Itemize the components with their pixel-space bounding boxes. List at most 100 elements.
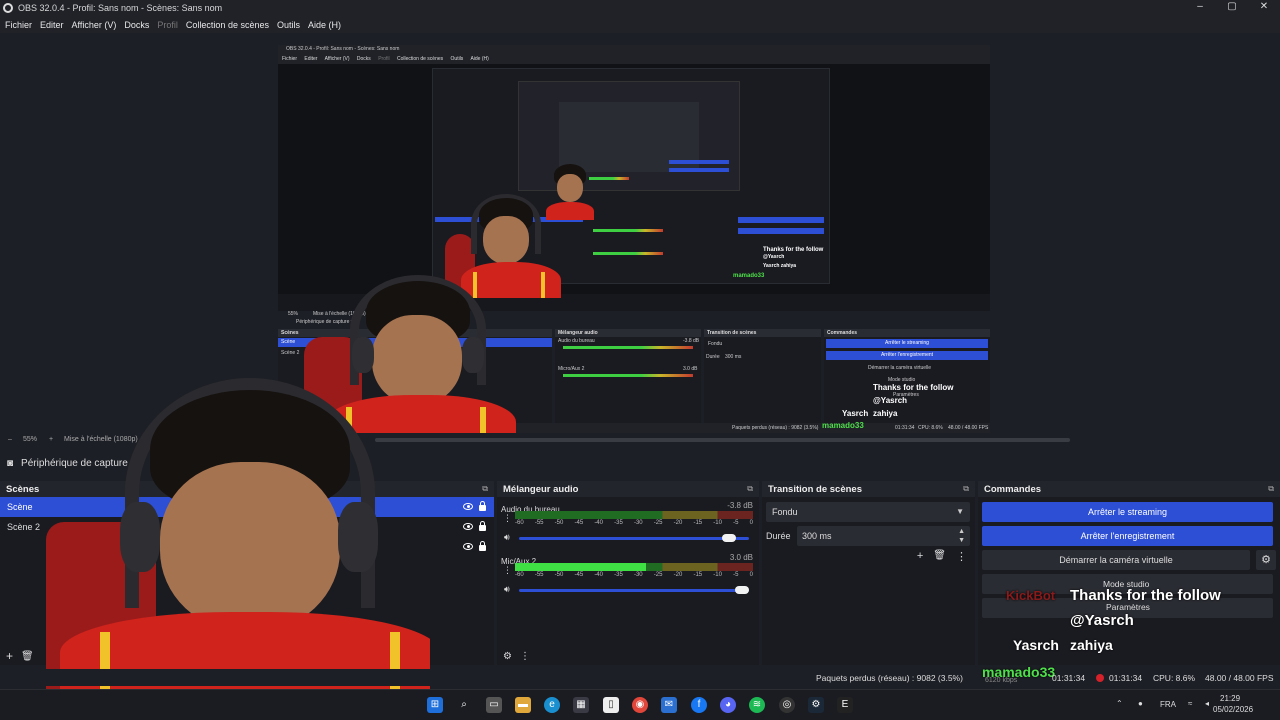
start-virtualcam-button[interactable]: Démarrer la caméra virtuelle bbox=[982, 550, 1250, 570]
volume-thumb[interactable] bbox=[735, 586, 749, 594]
kebab-icon[interactable]: ⋮ bbox=[503, 513, 512, 524]
title-bar: OBS 32.0.4 - Profil: Sans nom - Scènes: … bbox=[0, 0, 1280, 16]
windows-icon[interactable]: ⊞ bbox=[427, 697, 443, 713]
menu-fichier[interactable]: Fichier bbox=[5, 20, 32, 30]
chrome-icon[interactable]: ◉ bbox=[632, 697, 648, 713]
menu-collection-scenes[interactable]: Collection de scènes bbox=[186, 20, 269, 30]
add-icon[interactable]: + bbox=[917, 550, 923, 563]
nested-deep-chat2: mamado33 bbox=[733, 273, 765, 279]
menu-docks[interactable]: Docks bbox=[124, 20, 149, 30]
mail-icon[interactable]: ✉ bbox=[661, 697, 677, 713]
nested-ch2-db: 3.0 dB bbox=[683, 366, 698, 372]
obs-icon[interactable]: ◎ bbox=[779, 697, 795, 713]
eye-icon[interactable] bbox=[463, 523, 473, 530]
nested-btn2: Arrêter l'enregistrement bbox=[826, 351, 988, 360]
undock-icon[interactable]: ⧉ bbox=[1268, 484, 1274, 494]
transition-select[interactable]: Fondu ▼ bbox=[766, 502, 970, 522]
nested-ch2: Micro/Aux 2 bbox=[558, 366, 585, 372]
menu-outils[interactable]: Outils bbox=[277, 20, 300, 30]
explorer-icon[interactable]: ▬ bbox=[515, 697, 531, 713]
scene-label: Scène bbox=[7, 502, 33, 512]
nested-transition-header: Transition de scènes bbox=[704, 329, 821, 337]
nested-scene-2: Scène 2 bbox=[281, 350, 300, 356]
kebab-icon[interactable]: ⋮ bbox=[956, 550, 967, 563]
steam-icon[interactable]: ⚙ bbox=[808, 697, 824, 713]
duration-spinbox[interactable]: 300 ms ▲ ▼ bbox=[797, 526, 970, 546]
advanced-audio-icon[interactable]: ⚙ bbox=[503, 651, 512, 662]
eye-icon[interactable] bbox=[463, 503, 473, 510]
undock-icon[interactable]: ⧉ bbox=[747, 484, 753, 494]
clock-time[interactable]: 21:29 bbox=[1220, 694, 1240, 703]
close-button[interactable]: ✕ bbox=[1248, 0, 1280, 16]
facebook-icon[interactable]: f bbox=[691, 697, 707, 713]
clock-date[interactable]: 05/02/2026 bbox=[1213, 705, 1253, 714]
window-controls: – ▢ ✕ bbox=[1184, 0, 1280, 16]
volume-slider[interactable]: 🔊︎ bbox=[501, 532, 755, 543]
task-view-icon[interactable]: ▭ bbox=[486, 697, 502, 713]
transition-dock-header: Transition de scènes ⧉ bbox=[762, 481, 975, 497]
nested-menu-item: Outils bbox=[450, 56, 464, 62]
lock-icon[interactable] bbox=[479, 521, 486, 531]
edge-icon[interactable]: e bbox=[544, 697, 560, 713]
nested-preview: Thanks for the follow @Yasrch Yasrch zah… bbox=[278, 64, 990, 294]
kebab-icon[interactable]: ⋮ bbox=[503, 565, 512, 576]
window-title: OBS 32.0.4 - Profil: Sans nom - Scènes: … bbox=[18, 3, 223, 13]
volume-meter: -60 -55 -50 -45 -40 -35 -30 -25 -20 -15 -10 -5 0 bbox=[515, 563, 753, 579]
microphone-icon[interactable]: ● bbox=[1138, 699, 1143, 708]
nested-menu: Fichier Editer Afficher (V) Docks Profil… bbox=[278, 54, 990, 64]
language[interactable]: FRA bbox=[1160, 700, 1176, 709]
stop-recording-button[interactable]: Arrêter l'enregistrement bbox=[982, 526, 1273, 546]
undock-icon[interactable]: ⧉ bbox=[482, 484, 488, 494]
nested-status-time: 01:31:34 bbox=[895, 425, 915, 431]
nested-menu-item: Aide (H) bbox=[470, 56, 489, 62]
maximize-button[interactable]: ▢ bbox=[1216, 0, 1248, 16]
volume-slider[interactable]: 🔊︎ bbox=[501, 584, 755, 595]
nested-mixer-header: Mélangeur audio bbox=[555, 329, 701, 337]
spin-arrows-icon[interactable]: ▲ ▼ bbox=[958, 527, 965, 545]
volume-icon[interactable]: ◂ bbox=[1205, 699, 1209, 708]
nested-chat-name: Yasrch bbox=[842, 409, 869, 418]
menu-bar: Fichier Editer Afficher (V) Docks Profil… bbox=[0, 16, 1280, 33]
gear-icon: ⚙ bbox=[1261, 554, 1271, 566]
nested-mini-button bbox=[669, 168, 729, 172]
menu-profil[interactable]: Profil bbox=[157, 20, 178, 30]
menu-aide[interactable]: Aide (H) bbox=[308, 20, 341, 30]
minimize-button[interactable]: – bbox=[1184, 0, 1216, 16]
menu-afficher[interactable]: Afficher (V) bbox=[72, 20, 117, 30]
search-icon[interactable]: ⌕ bbox=[456, 697, 472, 713]
nested-status-dropped: Paquets perdus (réseau) : 9082 (3.5%) bbox=[732, 425, 819, 431]
chevron-down-icon: ▼ bbox=[956, 507, 964, 516]
kebab-icon[interactable]: ⋮ bbox=[520, 651, 530, 662]
nested-user: @Yasrch bbox=[873, 396, 908, 405]
nested-follow: Thanks for the follow bbox=[873, 383, 954, 392]
speaker-icon[interactable]: 🔊︎ bbox=[504, 584, 510, 595]
undock-icon[interactable]: ⧉ bbox=[963, 484, 969, 494]
spotify-icon[interactable]: ≋ bbox=[749, 697, 765, 713]
controls-dock: Commandes ⧉ Arrêter le streaming Arrêter… bbox=[978, 481, 1280, 665]
zoom-out-button[interactable]: – bbox=[8, 436, 12, 443]
preview-hscroll[interactable] bbox=[375, 438, 1070, 442]
lock-icon[interactable] bbox=[479, 541, 486, 551]
nested-menu-item: Afficher (V) bbox=[324, 56, 350, 62]
epic-icon[interactable]: E bbox=[837, 697, 853, 713]
discord-icon[interactable]: ◕ bbox=[720, 697, 736, 713]
menu-editer[interactable]: Editer bbox=[40, 20, 64, 30]
lock-icon[interactable] bbox=[479, 501, 486, 511]
volume-thumb[interactable] bbox=[722, 534, 737, 542]
tray-chevron-icon[interactable]: ⌃ bbox=[1116, 699, 1123, 708]
virtualcam-settings-button[interactable]: ⚙ bbox=[1256, 550, 1276, 570]
store-icon[interactable]: ▦ bbox=[573, 697, 589, 713]
trash-icon[interactable]: 🗑 bbox=[933, 550, 946, 563]
eye-icon[interactable] bbox=[463, 543, 473, 550]
wifi-icon[interactable]: ≈ bbox=[1188, 699, 1192, 708]
mixer-dock-header: Mélangeur audio ⧉ bbox=[497, 481, 759, 497]
mixer-footer: ⚙ ⋮ bbox=[497, 647, 759, 665]
nested-menu-item: Editer bbox=[304, 56, 318, 62]
file-icon[interactable]: ▯ bbox=[603, 697, 619, 713]
duration-value: 300 ms bbox=[802, 531, 832, 541]
add-icon[interactable]: + bbox=[6, 649, 13, 663]
stop-streaming-button[interactable]: Arrêter le streaming bbox=[982, 502, 1273, 522]
speaker-icon[interactable]: 🔊︎ bbox=[504, 532, 510, 543]
nested-mini-button bbox=[669, 160, 729, 164]
recording-icon bbox=[1096, 674, 1104, 682]
